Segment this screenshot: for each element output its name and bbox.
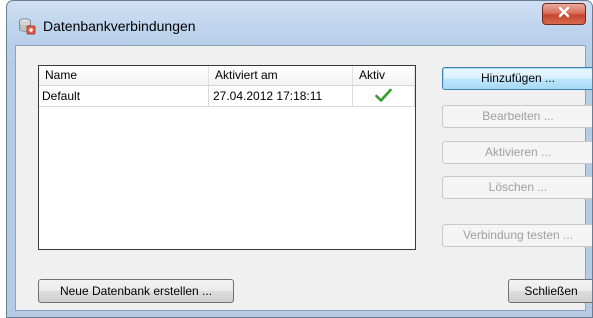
- cell-name: Default: [39, 86, 209, 107]
- cell-activated: 27.04.2012 17:18:11: [209, 86, 353, 107]
- close-button[interactable]: Schließen: [508, 279, 592, 303]
- add-button[interactable]: Hinzufügen ...: [442, 67, 592, 90]
- column-header-active[interactable]: Aktiv: [353, 66, 415, 85]
- test-connection-button[interactable]: Verbindung testen ...: [442, 224, 592, 247]
- window-title: Datenbankverbindungen: [43, 18, 196, 34]
- title-bar[interactable]: Datenbankverbindungen: [7, 1, 592, 45]
- dialog-window: Datenbankverbindungen Name Aktiviert am …: [6, 0, 593, 318]
- column-header-name[interactable]: Name: [39, 66, 209, 85]
- cell-active: [353, 86, 415, 107]
- new-database-button[interactable]: Neue Datenbank erstellen ...: [38, 279, 234, 303]
- close-icon: [557, 5, 571, 23]
- checkmark-icon: [375, 88, 392, 109]
- list-item[interactable]: Default 27.04.2012 17:18:11: [39, 86, 415, 107]
- database-connection-icon: [18, 17, 36, 35]
- activate-button[interactable]: Aktivieren ...: [442, 141, 592, 164]
- edit-button[interactable]: Bearbeiten ...: [442, 105, 592, 128]
- close-window-button[interactable]: [542, 3, 586, 25]
- connection-list[interactable]: Name Aktiviert am Aktiv Default 27.04.20…: [38, 65, 416, 250]
- dialog-content: Name Aktiviert am Aktiv Default 27.04.20…: [15, 45, 592, 311]
- delete-button[interactable]: Löschen ...: [442, 176, 592, 199]
- list-header: Name Aktiviert am Aktiv: [39, 66, 415, 86]
- column-header-activated[interactable]: Aktiviert am: [209, 66, 353, 85]
